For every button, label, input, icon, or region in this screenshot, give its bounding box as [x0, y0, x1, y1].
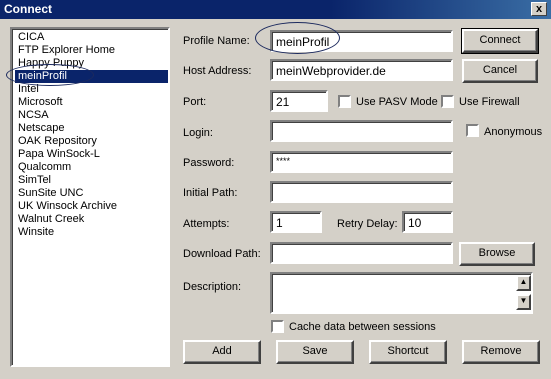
list-item[interactable]: Qualcomm [15, 161, 168, 174]
save-button[interactable]: Save [276, 340, 354, 364]
retry-delay-label: Retry Delay: [337, 218, 398, 230]
description-textarea[interactable] [270, 272, 533, 314]
port-input[interactable]: 21 [270, 90, 328, 112]
pasv-checkbox[interactable] [338, 95, 351, 108]
hand-drawn-circle-list [6, 64, 94, 86]
list-item[interactable]: Winsite [15, 226, 168, 239]
profile-name-label: Profile Name: [183, 35, 250, 47]
list-item[interactable]: SimTel [15, 174, 168, 187]
password-label: Password: [183, 157, 235, 169]
description-label: Description: [183, 281, 242, 293]
close-button[interactable]: x [531, 2, 547, 16]
cache-label: Cache data between sessions [289, 321, 436, 333]
download-path-input[interactable] [270, 242, 453, 264]
retry-delay-input[interactable]: 10 [402, 211, 453, 233]
list-item[interactable]: OAK Repository [15, 135, 168, 148]
list-item[interactable]: NCSA [15, 109, 168, 122]
anonymous-checkbox[interactable] [466, 124, 479, 137]
list-item[interactable]: Walnut Creek [15, 213, 168, 226]
list-item[interactable]: CICA [15, 31, 168, 44]
browse-button[interactable]: Browse [459, 242, 535, 266]
initial-path-input[interactable] [270, 181, 453, 203]
port-label: Port: [183, 96, 207, 108]
list-item[interactable]: Microsoft [15, 96, 168, 109]
initial-path-label: Initial Path: [183, 187, 238, 199]
remove-button[interactable]: Remove [462, 340, 540, 364]
login-input[interactable] [270, 120, 453, 142]
password-input[interactable]: **** [270, 151, 453, 173]
host-address-input[interactable]: meinWebprovider.de [270, 59, 453, 81]
scroll-up-arrow-icon[interactable]: ▲ [516, 275, 531, 291]
cache-checkbox[interactable] [271, 320, 284, 333]
firewall-label: Use Firewall [459, 96, 520, 108]
attempts-label: Attempts: [183, 218, 230, 230]
hand-drawn-circle-profile [255, 22, 340, 54]
list-item[interactable]: SunSite UNC [15, 187, 168, 200]
shortcut-button[interactable]: Shortcut [369, 340, 447, 364]
connect-button[interactable]: Connect [461, 28, 539, 54]
window-title: Connect [4, 2, 52, 16]
login-label: Login: [183, 127, 213, 139]
firewall-checkbox[interactable] [441, 95, 454, 108]
anonymous-label: Anonymous [484, 126, 543, 138]
attempts-input[interactable]: 1 [270, 211, 322, 233]
scroll-down-arrow-icon[interactable]: ▼ [516, 294, 531, 310]
title-bar: Connect x [0, 0, 551, 19]
pasv-label: Use PASV Mode [356, 96, 438, 108]
download-path-label: Download Path: [183, 248, 261, 260]
list-item[interactable]: UK Winsock Archive [15, 200, 168, 213]
list-item[interactable]: Papa WinSock-L [15, 148, 168, 161]
list-item[interactable]: FTP Explorer Home [15, 44, 168, 57]
add-button[interactable]: Add [183, 340, 261, 364]
cancel-button[interactable]: Cancel [462, 59, 538, 83]
host-address-label: Host Address: [183, 65, 252, 77]
list-item[interactable]: Netscape [15, 122, 168, 135]
